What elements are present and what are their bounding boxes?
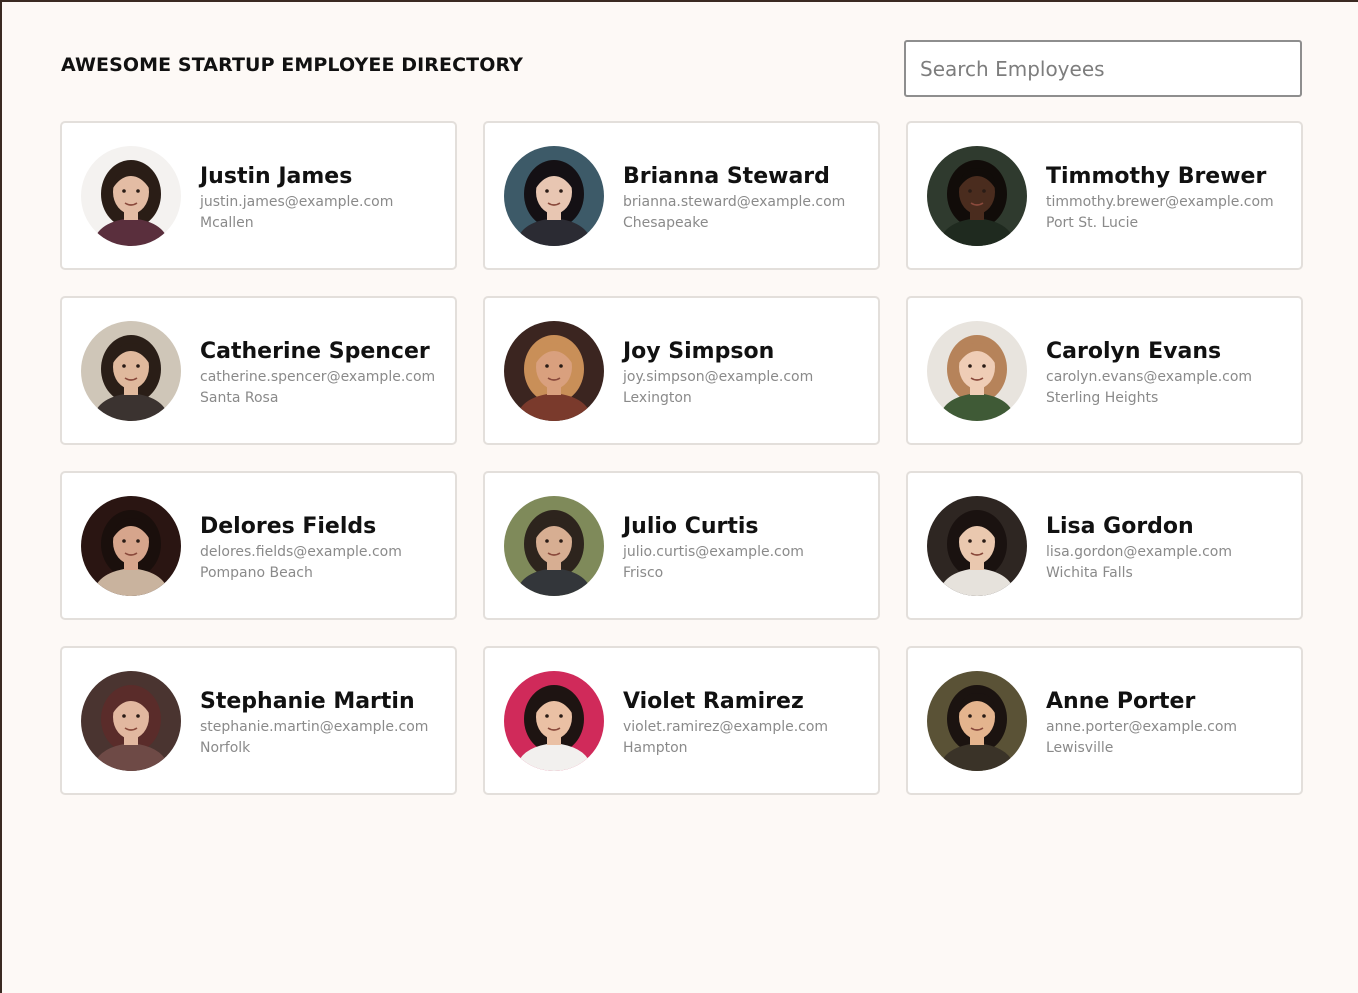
avatar [927,496,1027,596]
avatar [81,496,181,596]
employee-name: Brianna Steward [623,164,830,189]
employee-email: delores.fields@example.com [200,544,402,560]
employee-card[interactable]: Justin James justin.james@example.com Mc… [60,121,457,270]
avatar [81,321,181,421]
employee-city: Chesapeake [623,215,709,231]
avatar [504,146,604,246]
avatar [504,496,604,596]
employee-email: anne.porter@example.com [1046,719,1238,735]
employee-card[interactable]: Catherine Spencer catherine.spencer@exam… [60,296,457,445]
avatar [927,321,1027,421]
employee-city: Hampton [623,740,688,756]
portrait-image [504,146,604,246]
employee-city: Wichita Falls [1046,565,1133,581]
employee-name: Justin James [200,164,353,189]
employee-city: Mcallen [200,215,254,231]
employee-name: Julio Curtis [623,514,759,539]
employee-city: Pompano Beach [200,565,313,581]
avatar [504,321,604,421]
employee-name: Carolyn Evans [1046,339,1222,364]
employee-name: Violet Ramirez [623,689,804,714]
employee-email: joy.simpson@example.com [623,369,814,385]
portrait-image [81,671,181,771]
employee-name: Catherine Spencer [200,339,430,364]
directory-page: AWESOME STARTUP EMPLOYEE DIRECTORY Justi… [2,2,1358,993]
portrait-image [504,321,604,421]
employee-city: Santa Rosa [200,390,279,406]
employee-city: Port St. Lucie [1046,215,1139,231]
employee-name: Anne Porter [1046,689,1196,714]
portrait-image [81,496,181,596]
employee-city: Frisco [623,565,664,581]
portrait-image [927,321,1027,421]
employee-grid: Justin James justin.james@example.com Mc… [60,121,1303,795]
portrait-image [927,146,1027,246]
employee-card[interactable]: Brianna Steward brianna.steward@example.… [483,121,880,270]
employee-email: timmothy.brewer@example.com [1046,194,1274,210]
portrait-image [927,496,1027,596]
avatar [504,671,604,771]
portrait-image [504,496,604,596]
search-input[interactable] [904,40,1302,97]
employee-city: Sterling Heights [1046,390,1159,406]
employee-email: stephanie.martin@example.com [200,719,429,735]
portrait-image [927,671,1027,771]
avatar [927,671,1027,771]
employee-name: Timmothy Brewer [1046,164,1267,189]
employee-card[interactable]: Carolyn Evans carolyn.evans@example.com … [906,296,1303,445]
page-title: AWESOME STARTUP EMPLOYEE DIRECTORY [61,54,524,76]
employee-email: julio.curtis@example.com [623,544,804,560]
avatar [927,146,1027,246]
portrait-image [81,321,181,421]
avatar [81,146,181,246]
portrait-image [504,671,604,771]
employee-card[interactable]: Joy Simpson joy.simpson@example.com Lexi… [483,296,880,445]
employee-email: violet.ramirez@example.com [623,719,829,735]
employee-card[interactable]: Violet Ramirez violet.ramirez@example.co… [483,646,880,795]
employee-name: Delores Fields [200,514,377,539]
employee-card[interactable]: Stephanie Martin stephanie.martin@exampl… [60,646,457,795]
employee-name: Joy Simpson [623,339,775,364]
employee-email: catherine.spencer@example.com [200,369,436,385]
portrait-image [81,146,181,246]
employee-card[interactable]: Julio Curtis julio.curtis@example.com Fr… [483,471,880,620]
employee-card[interactable]: Lisa Gordon lisa.gordon@example.com Wich… [906,471,1303,620]
employee-email: brianna.steward@example.com [623,194,846,210]
employee-card[interactable]: Delores Fields delores.fields@example.co… [60,471,457,620]
employee-card[interactable]: Timmothy Brewer timmothy.brewer@example.… [906,121,1303,270]
employee-email: carolyn.evans@example.com [1046,369,1253,385]
employee-card[interactable]: Anne Porter anne.porter@example.com Lewi… [906,646,1303,795]
employee-name: Stephanie Martin [200,689,415,714]
employee-city: Norfolk [200,740,251,756]
employee-name: Lisa Gordon [1046,514,1194,539]
employee-email: lisa.gordon@example.com [1046,544,1232,560]
employee-email: justin.james@example.com [200,194,394,210]
employee-city: Lexington [623,390,692,406]
employee-city: Lewisville [1046,740,1114,756]
avatar [81,671,181,771]
